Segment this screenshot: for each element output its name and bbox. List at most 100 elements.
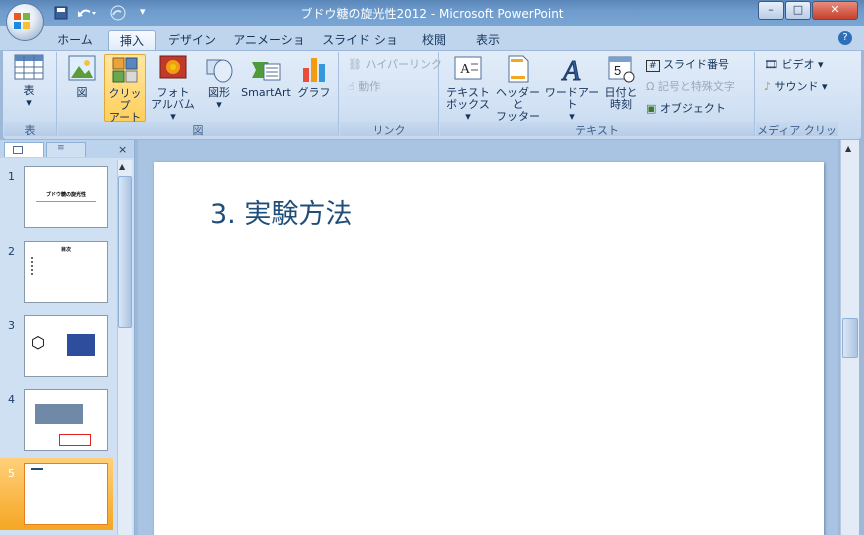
picture-button[interactable]: 図 [64,54,100,99]
video-icon: 🎞 [764,58,778,71]
undo-icon[interactable] [76,5,98,21]
thumb-image [35,404,83,424]
main-scroll-thumb[interactable] [842,318,858,358]
wordart-button[interactable]: A ワードアート ▾ [544,54,600,123]
header-footer-button[interactable]: ヘッダーと フッター [494,54,542,123]
hyperlink-label: ハイパーリンク [365,58,443,71]
symbol-button[interactable]: Ω 記号と特殊文字 [646,78,735,96]
tab-insert[interactable]: 挿入 [108,30,156,51]
group-label-text: テキスト [440,122,754,137]
svg-text:A: A [460,62,471,77]
action-icon: ☝ [348,80,355,93]
picture-button-label: 図 [76,86,88,99]
table-dropdown-icon: ▾ [26,96,32,109]
textbox-button[interactable]: A テキスト ボックス ▾ [444,54,492,123]
wordart-icon: A [561,56,582,88]
group-label-media: メディア クリップ [756,122,838,153]
tab-slides-view[interactable] [4,142,44,157]
photo-album-icon [159,55,187,79]
pane-scroll-thumb[interactable] [118,176,132,328]
tab-slideshow[interactable]: スライド ショー [318,30,402,67]
sound-icon: ♪ [764,80,772,93]
thumb-number: 3 [8,319,15,332]
smartart-button[interactable]: SmartArt [240,54,292,99]
smartart-button-label: SmartArt [241,86,291,99]
pane-scroll-up-icon[interactable]: ▲ [119,162,125,171]
action-button[interactable]: ☝ 動作 [348,78,380,96]
group-label-link: リンク [340,122,438,137]
photo-album-button[interactable]: フォト アルバム ▾ [148,54,198,123]
object-button[interactable]: ▣ オブジェクト [646,100,726,118]
tab-home[interactable]: ホーム [50,30,100,50]
thumb-title-mark [31,468,43,470]
qat-customize-icon[interactable]: ▾ [140,5,146,18]
object-icon: ▣ [646,102,657,115]
tab-animation[interactable]: アニメーション [230,30,308,67]
group-label-image: 図 [58,122,338,137]
shapes-button[interactable]: 図形 ▾ [202,54,236,111]
omega-icon: Ω [646,80,655,93]
slide-title[interactable]: 3. 実験方法 [210,192,352,231]
tab-design[interactable]: デザイン [164,30,220,50]
picture-icon [68,55,96,81]
close-button[interactable]: ✕ [812,1,858,20]
slide-thumbnail-3[interactable]: ⬡ [24,315,108,377]
clipart-button[interactable]: クリップ アート [104,54,146,124]
group-label-table: 表 [4,122,56,137]
svg-text:A: A [561,56,581,84]
svg-text:5: 5 [614,63,621,78]
wordart-label: ワードアート [544,86,600,111]
outline-view-icon: ≡ [57,143,65,153]
thumb-title: 目次 [60,247,71,253]
thumb-number-selected: 5 [8,467,15,480]
thumb-molecule-icon: ⬡ [31,333,45,352]
thumb-title: ブドウ糖の旋光性 [45,192,86,198]
shapes-dropdown-icon: ▾ [216,98,222,111]
photo-album-label-2: アルバム ▾ [151,98,195,123]
header-footer-label-1: ヘッダーと [496,86,540,111]
thumb-number: 2 [8,245,15,258]
table-button[interactable]: 表 ▾ [8,54,50,109]
table-icon [14,54,44,80]
slide-thumbnail-4[interactable] [24,389,108,451]
thumb-bullets [31,257,47,275]
date-time-label-2: 時刻 [610,98,632,111]
redo-icon[interactable] [104,5,132,21]
sound-button[interactable]: ♪ サウンド ▾ [764,78,828,96]
hyperlink-button[interactable]: ⛓ ハイパーリンク [348,56,442,74]
slide-thumbnail-5[interactable] [24,463,108,525]
calendar-icon: 5 [608,56,635,83]
slide-number-button[interactable]: # スライド番号 [646,56,729,74]
maximize-button[interactable]: □ [785,1,811,20]
thumb-number: 1 [8,170,15,183]
thumb-line [36,201,96,202]
video-label: ビデオ ▾ [781,58,824,71]
smartart-icon [252,62,281,81]
tab-outline-view[interactable]: ≡ [46,142,86,157]
chart-button[interactable]: グラフ [296,54,332,99]
pane-close-icon[interactable]: × [118,143,127,156]
sound-label: サウンド ▾ [774,80,828,93]
thumb-image [67,334,95,356]
symbol-label: 記号と特殊文字 [657,80,735,93]
slide-thumbnail-1[interactable]: ブドウ糖の旋光性 [24,166,108,228]
slide-thumbnail-2[interactable]: 目次 [24,241,108,303]
header-footer-icon [508,55,529,83]
video-button[interactable]: 🎞 ビデオ ▾ [764,56,824,74]
thumb-number: 4 [8,393,15,406]
date-time-button[interactable]: 5 日付と 時刻 [602,54,640,111]
clipart-icon [112,57,138,83]
minimize-button[interactable]: – [758,1,784,20]
textbox-label-2: ボックス ▾ [446,98,490,123]
textbox-icon: A [454,56,482,80]
save-icon[interactable] [54,5,68,21]
thumb-box [59,434,91,446]
slide-number-icon: # [646,60,660,72]
tab-review[interactable]: 校閲 [410,30,458,50]
main-scroll-up-icon[interactable]: ▲ [845,144,851,153]
help-icon[interactable]: ? [838,31,852,45]
hyperlink-icon: ⛓ [348,58,362,71]
shapes-icon [206,59,233,83]
slide-number-label: スライド番号 [663,58,730,71]
tab-view[interactable]: 表示 [464,30,512,50]
